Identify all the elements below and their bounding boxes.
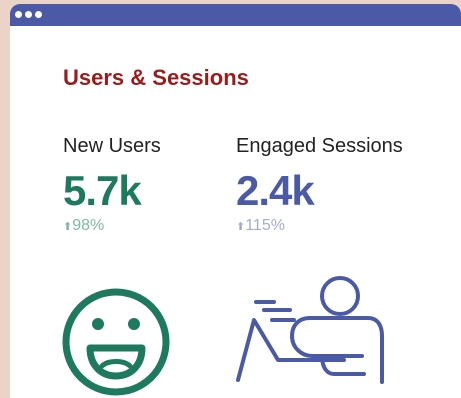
metric-new-users: New Users 5.7k ⬆98%: [63, 135, 161, 235]
metric-label: Engaged Sessions: [236, 135, 403, 157]
dot: [35, 11, 42, 18]
card-title: Users & Sessions: [63, 65, 249, 90]
smiley-face-icon: [62, 288, 170, 396]
window-titlebar: [10, 4, 461, 26]
metric-change-value: 115%: [245, 217, 285, 234]
metric-value: 5.7k: [63, 167, 142, 214]
metric-value: 2.4k: [236, 167, 315, 214]
window-menu-dots[interactable]: [15, 11, 42, 18]
metric-change-value: 98%: [72, 217, 105, 234]
dot: [25, 11, 32, 18]
person-at-laptop-icon: [236, 276, 384, 384]
metric-change: ⬆115%: [236, 217, 403, 235]
up-arrow-icon: ⬆: [236, 221, 246, 233]
dot: [15, 11, 22, 18]
dashboard-card: Users & Sessions New Users 5.7k ⬆98% Eng…: [10, 4, 461, 398]
metric-engaged-sessions: Engaged Sessions 2.4k ⬆115%: [236, 135, 403, 235]
metric-label: New Users: [63, 135, 161, 157]
metric-change: ⬆98%: [63, 217, 161, 235]
up-arrow-icon: ⬆: [63, 221, 73, 233]
